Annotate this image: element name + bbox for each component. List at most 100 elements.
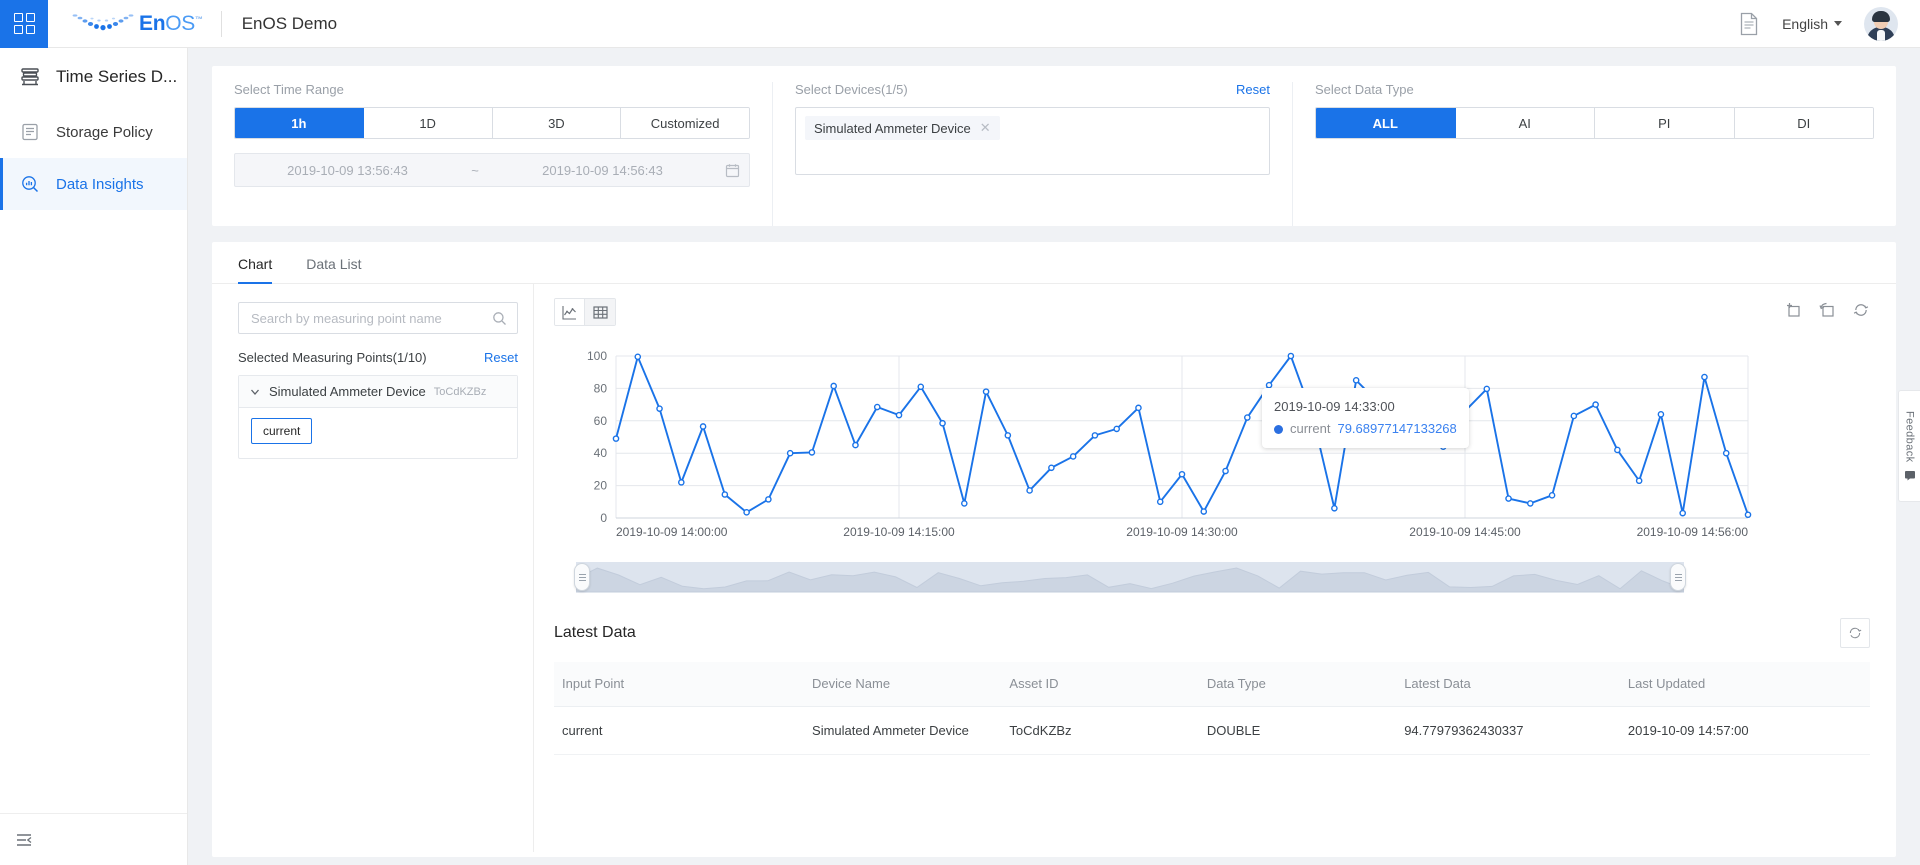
points-reset-link[interactable]: Reset [484, 350, 518, 365]
datazoom-handle-left[interactable] [574, 563, 590, 591]
time-series-chart[interactable]: 0 20 40 60 80 100 2019-10-09 14:00:00 2019-10-0… [562, 348, 1752, 548]
cell-latest-data: 94.77979362430337 [1396, 706, 1620, 755]
device-tag-label: Simulated Ammeter Device [814, 120, 971, 136]
filter-panel: Select Time Range 1h 1D 3D Customized 20… [212, 66, 1896, 226]
storage-icon [18, 122, 42, 142]
collapse-sidebar-icon [17, 833, 32, 846]
svg-text:2019-10-09 14:56:00: 2019-10-09 14:56:00 [1637, 525, 1749, 539]
chart-tooltip: 2019-10-09 14:33:00 current 79.689771471… [1262, 388, 1469, 449]
latest-data-section: Latest Data Input Point Device Name Asse… [554, 618, 1870, 755]
search-icon[interactable] [492, 311, 507, 326]
time-range-option-1d[interactable]: 1D [363, 108, 493, 138]
column-last-updated: Last Updated [1619, 662, 1870, 707]
devices-section: Select Devices(1/5) Reset Simulated Amme… [772, 82, 1292, 226]
svg-text:60: 60 [594, 414, 608, 428]
svg-text:80: 80 [594, 381, 608, 395]
device-tree-header[interactable]: Simulated Ammeter Device ToCdKZBz [239, 376, 517, 408]
date-range-input[interactable]: 2019-10-09 13:56:43 ~ 2019-10-09 14:56:4… [234, 153, 750, 187]
tooltip-value: 79.68977147133268 [1337, 421, 1457, 437]
svg-text:0: 0 [600, 511, 607, 525]
sidebar-item-label: Data Insights [56, 175, 144, 193]
search-box[interactable] [238, 302, 518, 334]
svg-text:20: 20 [594, 479, 608, 493]
data-type-section: Select Data Type ALL AI PI DI [1292, 82, 1896, 226]
chart-toolbar [554, 298, 1870, 326]
language-selector[interactable]: English [1782, 16, 1842, 32]
selected-points-row: Selected Measuring Points(1/10) Reset [238, 350, 518, 365]
measuring-point-chip-current[interactable]: current [251, 418, 313, 444]
datazoom-handle-right[interactable] [1670, 563, 1686, 591]
tooltip-series-name: current [1290, 421, 1331, 437]
avatar[interactable] [1864, 6, 1898, 41]
device-tree-name: Simulated Ammeter Device [269, 384, 426, 399]
device-tree-body: current [239, 408, 517, 458]
content-panel: Chart Data List Selected Measuring Point… [212, 242, 1896, 857]
line-chart-icon[interactable] [555, 299, 585, 325]
data-type-option-pi[interactable]: PI [1595, 108, 1735, 138]
datazoom-preview [575, 562, 1685, 593]
top-header: EnOS™ EnOS Demo English [0, 0, 1920, 48]
time-range-option-1h[interactable]: 1h [235, 108, 364, 138]
apps-grid-button[interactable] [0, 0, 48, 48]
cell-last-updated: 2019-10-09 14:57:00 [1619, 706, 1870, 755]
column-input-point: Input Point [554, 662, 805, 707]
tooltip-series-dot [1274, 424, 1283, 434]
device-tree: Simulated Ammeter Device ToCdKZBz curren… [238, 375, 518, 459]
sidebar: Time Series D... Storage Policy Data Ins… [0, 48, 188, 865]
logo-text-os: OS [165, 11, 195, 35]
data-type-segmented: ALL AI PI DI [1315, 107, 1874, 139]
data-type-option-ai[interactable]: AI [1455, 108, 1595, 138]
feedback-label: Feedback [1903, 410, 1916, 463]
data-type-option-di[interactable]: DI [1734, 108, 1873, 138]
sidebar-item-data-insights[interactable]: Data Insights [0, 158, 187, 210]
header-divider [220, 10, 222, 37]
tooltip-date: 2019-10-09 14:33:00 [1274, 399, 1395, 414]
chart-datazoom-slider[interactable] [574, 560, 1686, 594]
svg-text:2019-10-09 14:00:00: 2019-10-09 14:00:00 [616, 525, 728, 539]
sidebar-title[interactable]: Time Series D... [0, 48, 187, 106]
devices-selection-box[interactable]: Simulated Ammeter Device ✕ [795, 107, 1270, 175]
refresh-icon[interactable] [1852, 301, 1870, 324]
device-tag[interactable]: Simulated Ammeter Device ✕ [805, 116, 1000, 140]
tab-chart[interactable]: Chart [238, 256, 273, 284]
column-latest-data: Latest Data [1396, 662, 1620, 707]
avatar-shirt [1877, 29, 1885, 41]
insights-icon [18, 174, 42, 194]
logo-swoosh-icon [72, 13, 134, 30]
devices-reset-link[interactable]: Reset [1236, 82, 1270, 97]
latest-data-table: Input Point Device Name Asset ID Data Ty… [554, 662, 1870, 755]
cell-device-name: Simulated Ammeter Device [804, 706, 1002, 755]
chevron-down-icon [251, 389, 259, 395]
svg-text:2019-10-09 14:15:00: 2019-10-09 14:15:00 [843, 525, 955, 539]
tab-data-list[interactable]: Data List [306, 256, 361, 283]
table-icon[interactable] [585, 299, 615, 325]
chevron-down-icon [1834, 21, 1842, 26]
date-range-start: 2019-10-09 13:56:43 [287, 162, 408, 178]
search-input[interactable] [249, 309, 492, 327]
feedback-tab[interactable]: Feedback [1898, 390, 1920, 502]
column-device-name: Device Name [804, 662, 1002, 707]
time-range-segmented: 1h 1D 3D Customized [234, 107, 750, 139]
zoom-select-icon[interactable] [1784, 301, 1802, 324]
selected-points-label: Selected Measuring Points(1/10) [238, 350, 427, 365]
time-range-option-3d[interactable]: 3D [492, 108, 622, 138]
application-root: EnOS™ EnOS Demo English Time Series D...… [0, 0, 1920, 865]
table-header-row: Input Point Device Name Asset ID Data Ty… [554, 662, 1870, 707]
sidebar-item-storage-policy[interactable]: Storage Policy [0, 106, 187, 158]
language-label: English [1782, 15, 1828, 32]
close-icon[interactable]: ✕ [980, 120, 991, 136]
sidebar-item-label: Storage Policy [56, 123, 153, 141]
sidebar-collapse-button[interactable] [0, 813, 187, 865]
cell-data-type: DOUBLE [1198, 706, 1397, 755]
time-series-database-icon [18, 66, 42, 88]
time-range-section: Select Time Range 1h 1D 3D Customized 20… [212, 82, 772, 226]
document-icon[interactable] [1738, 12, 1760, 36]
latest-data-refresh-button[interactable] [1840, 618, 1870, 648]
sidebar-title-label: Time Series D... [56, 67, 178, 86]
time-range-option-customized[interactable]: Customized [621, 108, 749, 138]
restore-icon[interactable] [1818, 301, 1836, 324]
content-tabs: Chart Data List [212, 242, 1896, 284]
avatar-hair [1872, 10, 1890, 22]
cell-asset-id: ToCdKZBz [1001, 706, 1199, 755]
data-type-option-all[interactable]: ALL [1316, 108, 1456, 138]
